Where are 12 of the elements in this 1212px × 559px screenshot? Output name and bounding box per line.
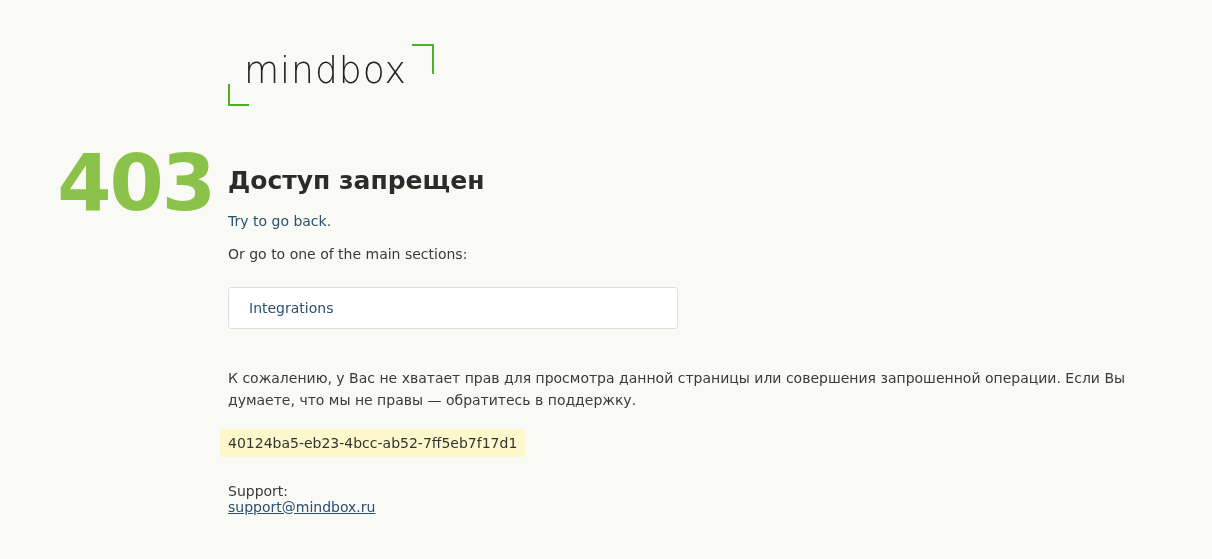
support-email-link[interactable]: support@mindbox.ru (228, 499, 376, 515)
logo-corner-icon (412, 44, 434, 74)
error-message: К сожалению, у Вас не хватает прав для просмотра данной страницы или совершения запрошенной операции. Если Вы думаете, что мы не правы — обратитесь в поддержку. (228, 369, 1127, 410)
logo-corner-icon (228, 84, 250, 106)
page-title: Доступ запрещен (228, 166, 486, 195)
logo: mindbox (244, 48, 407, 92)
error-code: 403 (57, 144, 214, 230)
section-link[interactable]: Integrations (228, 287, 678, 329)
sections-prompt: Or go to one of the main sections: (228, 245, 469, 264)
back-link[interactable]: Try to go back. (228, 213, 332, 229)
support-label: Support: (228, 483, 290, 499)
request-id: 40124ba5-eb23-4bcc-ab52-7ff5eb7f17d1 (220, 429, 526, 457)
